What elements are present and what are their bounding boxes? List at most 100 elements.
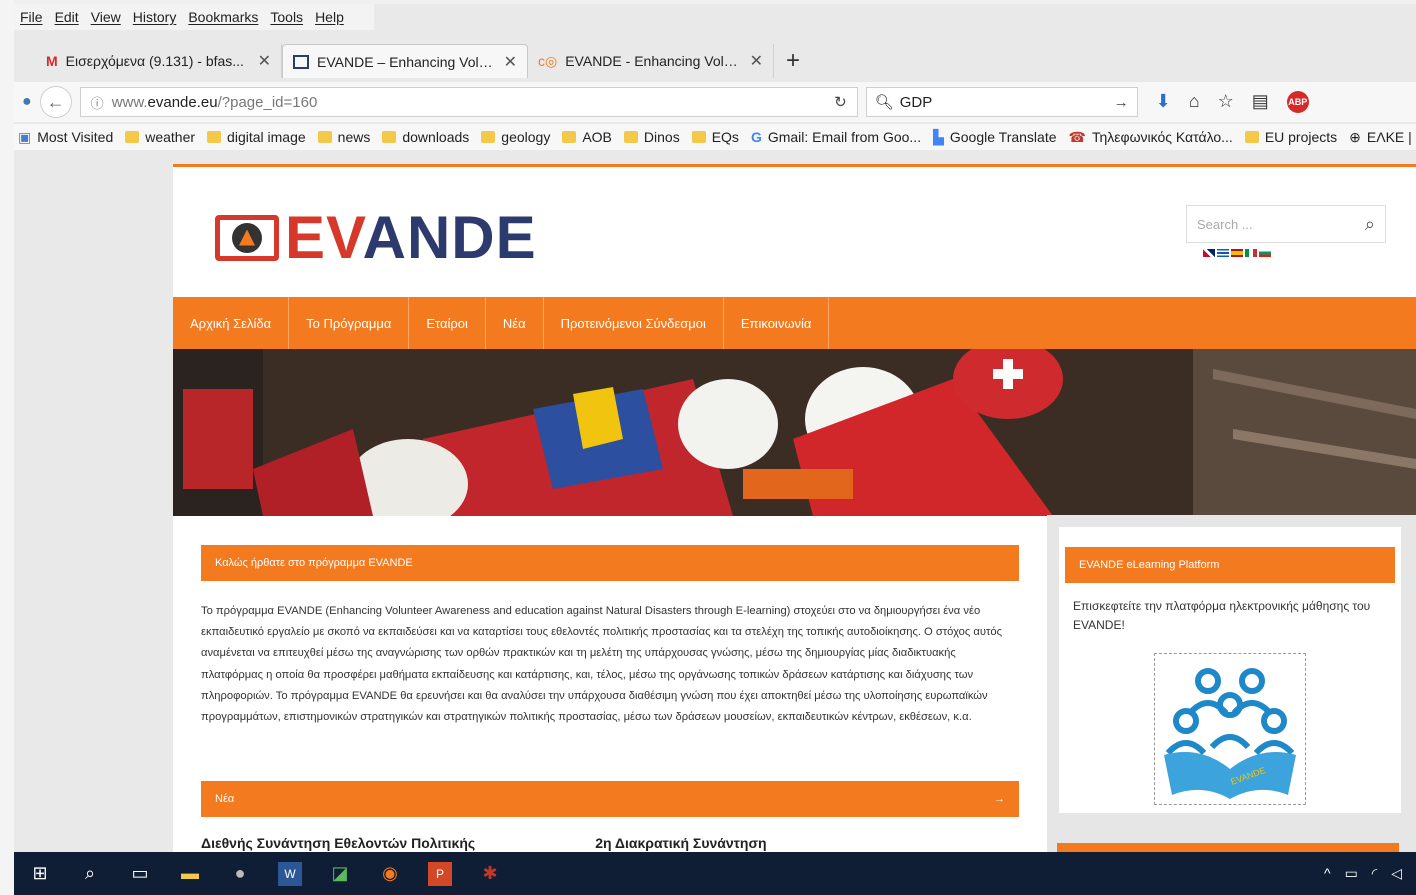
identity-icon[interactable]: ● <box>22 93 32 111</box>
app-globe-icon[interactable]: ● <box>228 862 252 886</box>
tab-evande-active[interactable]: EVANDE – Enhancing Volu... ✕ <box>282 44 528 78</box>
bookmark-elke[interactable]: ⊕ ΕΛΚΕ | Χρ <box>1349 129 1416 146</box>
bookmark-star-icon[interactable]: ☆ <box>1218 91 1234 113</box>
google-icon: G <box>750 129 762 145</box>
tray-chevron-icon[interactable]: ^ <box>1324 865 1331 882</box>
bookmark-eu-projects[interactable]: EU projects <box>1244 129 1337 145</box>
search-icon: 🔍︎ <box>874 94 894 111</box>
bookmark-label: Dinos <box>643 129 680 145</box>
menu-tools[interactable]: Tools <box>270 9 303 25</box>
menu-help[interactable]: Help <box>315 9 344 25</box>
second-widget-bar <box>1057 843 1399 852</box>
tab-title: EVANDE - Enhancing Volu... <box>565 53 742 69</box>
welcome-paragraph: Το πρόγραμμα EVANDE (Enhancing Volunteer… <box>201 605 1003 724</box>
sidebar-heading-bar: EVANDE eLearning Platform <box>1065 547 1395 583</box>
tab-evande-2[interactable]: c◎ EVANDE - Enhancing Volu... ✕ <box>528 44 774 78</box>
menu-bar: File Edit View History Bookmarks Tools H… <box>14 4 374 30</box>
battery-icon[interactable]: ▭ <box>1345 865 1358 882</box>
menu-bookmarks[interactable]: Bookmarks <box>188 9 258 25</box>
elearning-logo[interactable]: EVANDE <box>1154 653 1306 805</box>
powerpoint-icon[interactable]: P <box>428 861 452 886</box>
news-headline-2[interactable]: 2η Διακρατική Συνάντηση <box>595 835 766 851</box>
news-headlines: Διεθνής Συνάντηση Εθελοντών Πολιτικής 2η… <box>201 835 1019 851</box>
tab-title: EVANDE – Enhancing Volu... <box>317 53 496 70</box>
reload-icon[interactable]: ↻ <box>834 93 847 111</box>
app-red-icon[interactable]: ✱ <box>478 862 502 886</box>
bookmark-digital-image[interactable]: digital image <box>207 129 306 145</box>
bookmark-downloads[interactable]: downloads <box>382 129 469 145</box>
bookmark-dinos[interactable]: Dinos <box>623 129 680 145</box>
adblock-icon[interactable]: ABP <box>1286 91 1309 113</box>
bookmark-label: geology <box>501 129 551 145</box>
bookmark-label: weather <box>145 129 196 145</box>
main-content: Καλώς ήρθατε στο πρόγραμμα EVANDE Το πρό… <box>201 545 1019 851</box>
tab-strip: M Εισερχόμενα (9.131) - bfas... ✕ EVANDE… <box>14 42 1416 80</box>
menu-history[interactable]: History <box>133 9 177 25</box>
url-text: www.evande.eu/?page_id=160 <box>111 93 318 111</box>
close-icon[interactable]: ✕ <box>504 52 517 72</box>
flag-uk-icon[interactable] <box>1203 249 1215 257</box>
bookmark-label: Most Visited <box>37 129 114 145</box>
news-heading-bar[interactable]: Νέα → <box>201 781 1019 817</box>
bookmark-translate[interactable]: ▙ Google Translate <box>933 129 1056 146</box>
flag-bulgaria-icon[interactable] <box>1259 249 1271 257</box>
firefox-icon[interactable]: ◉ <box>378 862 402 886</box>
elearning-widget: EVANDE eLearning Platform Επισκεφτείτε τ… <box>1059 527 1401 813</box>
evande-logo[interactable]: EVANDE <box>215 203 537 272</box>
back-button[interactable]: ← <box>39 86 72 118</box>
bookmark-eqs[interactable]: EQs <box>691 129 739 145</box>
close-icon[interactable]: ✕ <box>750 51 763 71</box>
taskbar: ⊞ ⌕ ▭ ▬ ● W ◪ ◉ P ✱ ^ ▭ ◜ ◁ <box>14 852 1416 895</box>
nav-news[interactable]: Νέα <box>486 297 544 349</box>
new-tab-button[interactable]: + <box>786 47 800 75</box>
search-icon[interactable]: ⌕ <box>78 862 102 886</box>
windows-start-icon[interactable]: ⊞ <box>28 862 52 886</box>
nav-program[interactable]: Το Πρόγραμμα <box>289 297 410 349</box>
folder-icon <box>125 131 140 143</box>
tab-gmail[interactable]: M Εισερχόμενα (9.131) - bfas... ✕ <box>36 44 282 78</box>
downloads-icon[interactable]: ⬇ <box>1156 91 1171 113</box>
menu-file[interactable]: File <box>20 9 43 25</box>
flag-greece-icon[interactable] <box>1217 249 1229 257</box>
arrow-right-icon[interactable]: → <box>994 793 1005 805</box>
rescue-workers-photo <box>173 349 1416 516</box>
news-headline-1[interactable]: Διεθνής Συνάντηση Εθελοντών Πολιτικής <box>201 835 475 851</box>
volume-icon[interactable]: ◁ <box>1391 865 1402 882</box>
flag-italy-icon[interactable] <box>1245 249 1257 257</box>
flag-spain-icon[interactable] <box>1231 249 1243 257</box>
menu-view[interactable]: View <box>91 9 121 25</box>
home-icon[interactable]: ⌂ <box>1189 91 1200 113</box>
bookmark-most-visited[interactable]: ▣ Most Visited <box>18 129 113 146</box>
word-icon[interactable]: W <box>278 861 302 886</box>
close-icon[interactable]: ✕ <box>258 51 271 71</box>
wifi-icon[interactable]: ◜ <box>1372 865 1377 882</box>
maps-app-icon[interactable]: ◪ <box>328 862 352 886</box>
url-bar[interactable]: ⓘ www.evande.eu/?page_id=160 ↻ <box>79 87 858 117</box>
bookmark-geology[interactable]: geology <box>481 129 550 145</box>
bookmark-phone[interactable]: ☎ Τηλεφωνικός Κατάλο... <box>1069 129 1233 146</box>
nav-partners[interactable]: Εταίροι <box>409 297 486 349</box>
search-icon[interactable]: ⌕ <box>1365 214 1375 235</box>
bookmark-aob[interactable]: AOB <box>562 129 612 145</box>
reader-icon[interactable]: ▤ <box>1252 91 1269 113</box>
bookmark-news[interactable]: news <box>317 129 370 145</box>
bookmark-weather[interactable]: weather <box>125 129 195 145</box>
file-explorer-icon[interactable]: ▬ <box>178 862 202 886</box>
go-arrow-icon[interactable]: → <box>1114 94 1129 111</box>
most-visited-icon: ▣ <box>18 128 32 145</box>
globe-icon: ⊕ <box>1349 128 1361 145</box>
nav-home[interactable]: Αρχική Σελίδα <box>173 297 290 349</box>
site-navigation: Αρχική Σελίδα Το Πρόγραμμα Εταίροι Νέα Π… <box>173 297 1416 349</box>
bookmark-label: Gmail: Email from Goo... <box>767 129 922 145</box>
site-search-input[interactable]: Search ... ⌕ <box>1186 205 1386 243</box>
menu-edit[interactable]: Edit <box>55 9 79 25</box>
info-icon[interactable]: ⓘ <box>91 93 104 112</box>
nav-contact[interactable]: Επικοινωνία <box>724 297 830 349</box>
folder-icon <box>317 131 332 143</box>
nav-links[interactable]: Προτεινόμενοι Σύνδεσμοι <box>544 297 724 349</box>
bookmark-gmail[interactable]: G Gmail: Email from Goo... <box>751 129 921 145</box>
folder-icon <box>623 131 638 143</box>
task-view-icon[interactable]: ▭ <box>128 862 152 886</box>
bookmarks-toolbar: ▣ Most Visited weather digital image news… <box>14 124 1416 150</box>
search-input[interactable]: 🔍︎ GDP → <box>865 87 1138 117</box>
